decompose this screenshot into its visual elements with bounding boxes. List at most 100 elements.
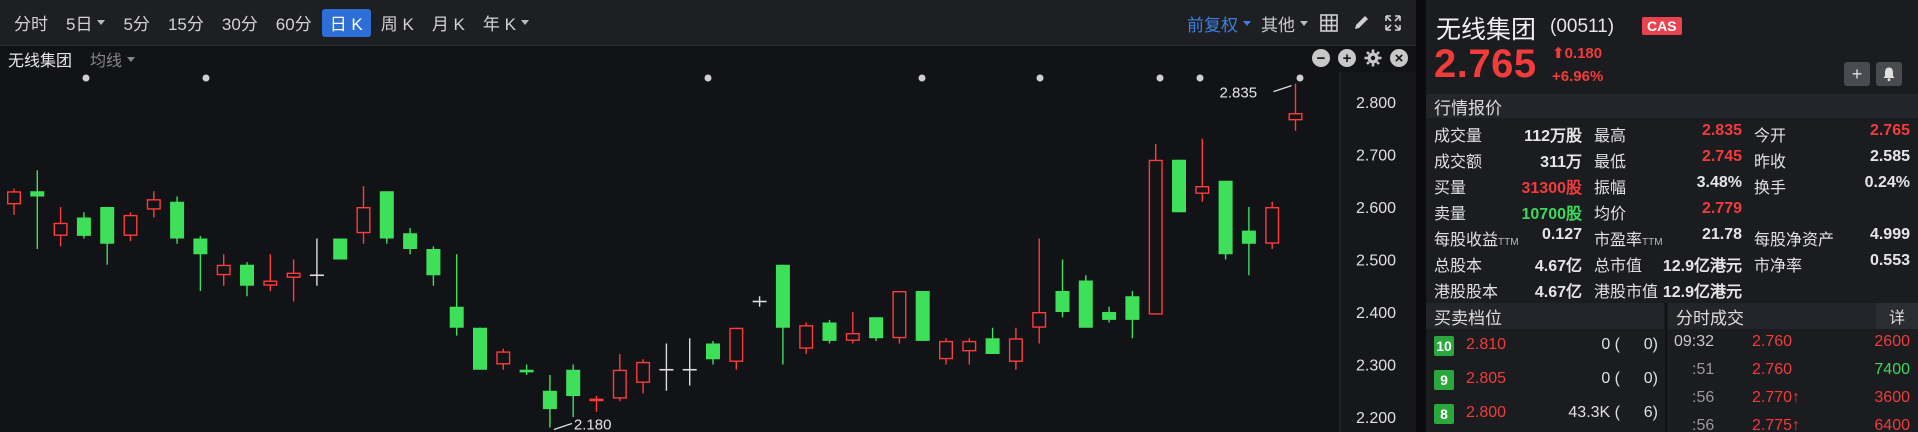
orderbook-row[interactable]: 10 2.810 0 (0) xyxy=(1426,329,1664,363)
candle[interactable] xyxy=(76,212,91,239)
panel-divider[interactable] xyxy=(1416,0,1426,432)
candle[interactable] xyxy=(403,228,418,255)
candle[interactable] xyxy=(170,196,185,244)
event-marker[interactable] xyxy=(1036,74,1044,82)
orderbook-volume: 43.3K ( xyxy=(1568,404,1620,421)
candle[interactable] xyxy=(123,212,138,242)
orderbook-row[interactable]: 8 2.800 43.3K (6) xyxy=(1426,397,1664,431)
gear-icon[interactable] xyxy=(1364,49,1382,67)
candle[interactable] xyxy=(193,235,208,291)
candle[interactable] xyxy=(892,290,907,344)
candle[interactable] xyxy=(426,246,441,286)
event-marker[interactable] xyxy=(202,74,210,82)
candle[interactable] xyxy=(775,264,790,365)
pen-icon[interactable] xyxy=(1350,12,1372,34)
minus-circle-icon[interactable]: − xyxy=(1312,49,1330,67)
candle[interactable] xyxy=(1008,327,1023,370)
candle[interactable] xyxy=(1078,275,1093,328)
indicator-dropdown[interactable]: 均线 xyxy=(90,47,136,71)
candle[interactable] xyxy=(612,354,627,402)
candle[interactable] xyxy=(589,396,604,412)
candle[interactable] xyxy=(752,296,767,307)
candle[interactable] xyxy=(6,188,22,215)
candle[interactable] xyxy=(519,364,534,376)
tick-time: :56 xyxy=(1692,417,1715,432)
candle[interactable] xyxy=(1218,180,1233,260)
ticks-detail-button[interactable]: 详 xyxy=(1876,303,1918,329)
layout-grid-icon[interactable] xyxy=(1318,12,1340,34)
candle[interactable] xyxy=(496,348,511,370)
candle[interactable] xyxy=(729,327,744,370)
candle[interactable] xyxy=(636,359,651,394)
event-marker[interactable] xyxy=(82,74,90,82)
candle[interactable] xyxy=(1195,138,1210,202)
alert-bell-button[interactable] xyxy=(1876,62,1902,86)
stat-row: 卖量 10700股 均价 2.779 xyxy=(1426,196,1918,223)
candle[interactable] xyxy=(542,375,557,428)
candle[interactable] xyxy=(1055,259,1070,318)
candle[interactable] xyxy=(379,191,394,244)
candle[interactable] xyxy=(706,340,720,365)
candle[interactable] xyxy=(263,254,278,291)
candle[interactable] xyxy=(286,259,301,302)
candle[interactable] xyxy=(845,312,860,344)
candle[interactable] xyxy=(333,238,348,260)
timeframe-tab[interactable]: 60分 xyxy=(268,9,320,37)
candle[interactable] xyxy=(682,338,697,386)
timeframe-tab[interactable]: 5日 xyxy=(58,9,113,37)
timeframe-tab[interactable]: 15分 xyxy=(160,9,212,37)
candle[interactable] xyxy=(985,327,1000,354)
timeframe-tab[interactable]: 年 K xyxy=(475,9,537,37)
expand-icon[interactable] xyxy=(1382,12,1404,34)
candle[interactable] xyxy=(356,186,371,244)
candle[interactable] xyxy=(309,238,324,286)
candle[interactable] xyxy=(240,262,254,297)
candle[interactable] xyxy=(1241,207,1256,276)
candle[interactable] xyxy=(822,319,837,344)
candle[interactable] xyxy=(146,191,161,218)
timeframe-tab[interactable]: 周 K xyxy=(373,9,422,37)
stat-label-text: 市盈率 xyxy=(1594,232,1643,249)
candle[interactable] xyxy=(566,364,581,418)
candle[interactable] xyxy=(449,254,464,336)
timeframe-tab[interactable]: 30分 xyxy=(214,9,266,37)
event-marker[interactable] xyxy=(1156,74,1164,82)
candle[interactable] xyxy=(30,170,45,249)
timeframe-tab[interactable]: 月 K xyxy=(424,9,473,37)
candle-body xyxy=(216,264,231,276)
candle[interactable] xyxy=(1032,238,1047,344)
orderbook-row[interactable]: 9 2.805 0 (0) xyxy=(1426,363,1664,397)
event-marker[interactable] xyxy=(704,74,712,82)
candlestick-chart[interactable]: 2.800 2.700 2.600 2.500 2.400 2.300 2.200 2.835… xyxy=(0,72,1416,432)
candle[interactable] xyxy=(473,327,487,370)
candle[interactable] xyxy=(962,338,977,365)
candle[interactable] xyxy=(1172,159,1186,213)
candle[interactable] xyxy=(659,343,674,391)
add-watchlist-button[interactable]: + xyxy=(1844,62,1870,86)
candle-body xyxy=(729,327,744,362)
candle[interactable] xyxy=(869,317,884,341)
event-marker[interactable] xyxy=(1296,74,1304,82)
timeframe-tab[interactable]: 日 K xyxy=(321,8,371,37)
candle[interactable] xyxy=(915,291,930,341)
candle[interactable] xyxy=(939,338,954,365)
candle[interactable] xyxy=(53,207,68,247)
event-marker[interactable] xyxy=(918,74,926,82)
candle[interactable] xyxy=(216,254,231,286)
candle[interactable] xyxy=(1265,201,1280,249)
timeframe-tab[interactable]: 5分 xyxy=(115,9,157,37)
candle-body xyxy=(1265,206,1280,244)
candle[interactable] xyxy=(1125,291,1140,339)
other-dropdown[interactable]: 其他 xyxy=(1261,11,1308,36)
stat-label-text: 今开 xyxy=(1754,128,1787,145)
adjust-dropdown[interactable]: 前复权 xyxy=(1187,11,1251,36)
plus-circle-icon[interactable]: + xyxy=(1338,49,1356,67)
event-marker[interactable] xyxy=(1196,74,1204,82)
candle[interactable] xyxy=(799,322,814,355)
candle[interactable] xyxy=(1102,306,1117,323)
candle[interactable] xyxy=(100,207,115,265)
timeframe-tab[interactable]: 分时 xyxy=(6,9,56,37)
candle[interactable] xyxy=(1148,144,1163,315)
candle[interactable] xyxy=(1288,83,1303,131)
close-circle-icon[interactable]: × xyxy=(1390,49,1408,67)
